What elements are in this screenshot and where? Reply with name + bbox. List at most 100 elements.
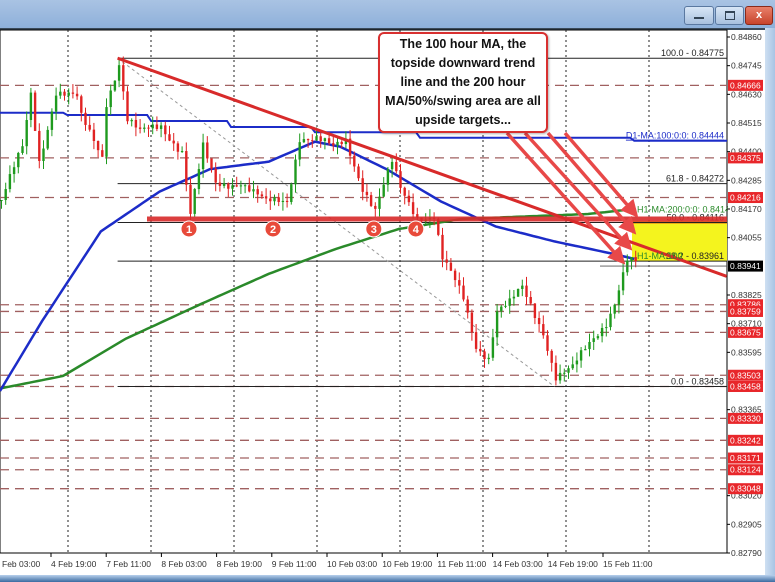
candle-body (290, 184, 293, 203)
x-tick-label: 7 Feb 11:00 (106, 559, 151, 569)
candle-body (168, 134, 171, 141)
candle (126, 86, 129, 125)
y-tick-label: 0.84170 (731, 204, 762, 214)
candle-body (75, 93, 79, 97)
candle-body (59, 91, 62, 96)
candle-body (575, 360, 579, 365)
candle-body (29, 92, 33, 121)
candle-body (613, 304, 616, 314)
candle-body (483, 351, 486, 360)
candle-body (164, 125, 167, 135)
x-tick-label: 15 Feb 11:00 (603, 559, 653, 569)
candle-body (8, 174, 12, 190)
candle-body (235, 185, 238, 187)
candle-body (38, 130, 41, 162)
candle-body (189, 184, 192, 214)
candle-body (512, 296, 516, 299)
fib-level-label: 100.0 - 0.84775 (661, 48, 724, 58)
candle-body (109, 90, 112, 108)
candle-body (395, 161, 398, 172)
candle (33, 90, 37, 132)
candle-body (382, 184, 385, 197)
candle-body (248, 185, 251, 192)
candle-body (365, 191, 369, 196)
candle-body (491, 337, 495, 358)
candle-body (84, 112, 87, 125)
candle-body (50, 111, 54, 130)
candle-body (462, 285, 465, 300)
annotation-box: The 100 hour MA, the topside downward tr… (378, 32, 548, 133)
ma-label: D1-MA:100:0:0: 0.84444 (626, 131, 724, 141)
candle-body (256, 189, 259, 195)
candle-body (411, 202, 415, 215)
candle-body (113, 80, 117, 91)
candle (290, 182, 293, 205)
candle-body (537, 318, 541, 325)
candle-body (273, 197, 276, 202)
x-tick-label: 11 Feb 11:00 (437, 559, 486, 569)
candle-body (361, 178, 364, 192)
candle-body (390, 161, 394, 170)
support-touch-number: 2 (270, 224, 276, 236)
candle-body (600, 327, 604, 337)
level-price-label: 0.83675 (730, 327, 761, 337)
candle-body (138, 127, 142, 129)
candle-body (630, 257, 633, 261)
candle-body (533, 303, 537, 319)
candle-body (277, 197, 280, 203)
candle-body (378, 196, 381, 209)
candle-body (281, 200, 285, 203)
candle-body (621, 272, 625, 291)
level-price-label: 0.83458 (730, 381, 761, 391)
fib-level-label: 0.0 - 0.83458 (671, 376, 724, 386)
candle-body (445, 259, 448, 263)
window-bottom-border (0, 575, 775, 582)
candle-body (67, 92, 70, 96)
candle-body (521, 285, 524, 289)
candle-body (542, 324, 545, 336)
candle-body (269, 198, 272, 202)
candle-body (323, 138, 327, 142)
candle-body (46, 129, 49, 149)
candle-body (407, 195, 411, 203)
level-price-label: 0.83503 (730, 370, 761, 380)
candle-body (239, 185, 243, 187)
candle-body (579, 350, 583, 361)
x-tick-label: 14 Feb 19:00 (548, 559, 598, 569)
y-tick-label: 0.83825 (731, 290, 762, 300)
candle-body (180, 151, 184, 153)
candle-body (617, 290, 621, 305)
candle-body (130, 119, 133, 122)
annotation-text: The 100 hour MA, the topside downward tr… (385, 37, 541, 127)
level-price-label: 0.84666 (730, 80, 761, 90)
candle-body (0, 200, 3, 202)
candle-body (592, 338, 595, 342)
level-price-label: 0.83124 (730, 465, 761, 475)
candle-body (159, 125, 163, 129)
level-price-label: 0.84216 (730, 193, 761, 203)
candle-body (479, 348, 482, 352)
candle-body (155, 124, 159, 129)
candle-body (306, 139, 310, 141)
y-tick-label: 0.82905 (731, 519, 762, 529)
candle-body (441, 234, 444, 260)
candle-body (529, 297, 532, 304)
candle-body (563, 372, 566, 374)
candle-body (298, 142, 301, 160)
candle-body (17, 152, 20, 168)
candle-body (227, 183, 230, 189)
candle-body (584, 349, 587, 351)
candle (105, 98, 108, 165)
candle (113, 80, 117, 92)
candle-body (508, 298, 511, 306)
candle-body (264, 196, 268, 199)
candle-body (88, 124, 91, 130)
current-price-label: 0.83941 (730, 261, 761, 271)
support-touch-number: 4 (413, 224, 420, 236)
candle-body (605, 327, 608, 329)
candle-body (353, 155, 356, 167)
candle-body (197, 169, 201, 190)
candle-body (21, 146, 24, 153)
x-tick-label: 8 Feb 03:00 (161, 559, 207, 569)
candle-body (327, 138, 331, 144)
